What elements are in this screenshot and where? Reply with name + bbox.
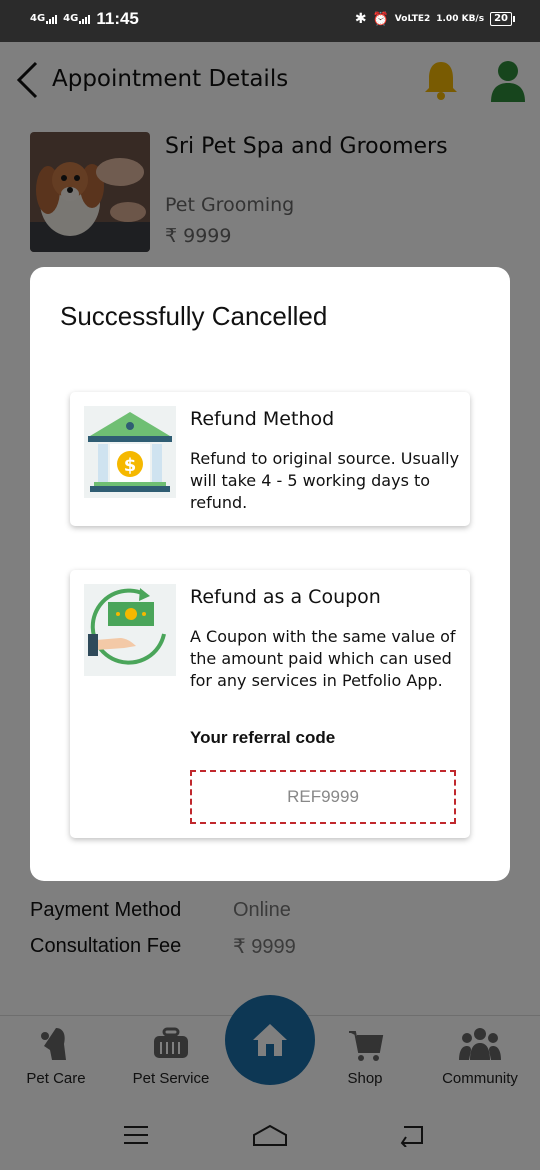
refund-method-card[interactable]: $ Refund Method Refund to original sourc…	[70, 392, 470, 526]
speed-label: 1.00 KB/s	[436, 14, 485, 24]
signal-1: 4G	[30, 13, 58, 24]
bank-icon: $	[84, 406, 176, 498]
status-bar: 4G 4G 11:45 ✱ ⏰ VoLTE2 1.00 KB/s 20	[0, 0, 540, 42]
referral-code-box[interactable]: REF9999	[190, 770, 456, 824]
refund-coupon-title: Refund as a Coupon	[190, 586, 381, 608]
volte-label: VoLTE2	[394, 14, 431, 24]
modal-title: Successfully Cancelled	[60, 301, 328, 331]
alarm-icon: ⏰	[372, 11, 389, 27]
signal-2: 4G	[63, 13, 91, 24]
network-type-1: 4G	[30, 13, 46, 24]
battery-icon: 20	[490, 12, 515, 26]
money-refund-icon	[84, 584, 176, 676]
svg-text:$: $	[124, 455, 137, 476]
referral-code-label: Your referral code	[190, 728, 336, 747]
cancel-success-modal: Successfully Cancelled $ Refund Method R…	[30, 267, 510, 881]
refund-coupon-card[interactable]: Refund as a Coupon A Coupon with the sam…	[70, 570, 470, 838]
bluetooth-icon: ✱	[354, 11, 367, 27]
refund-coupon-desc: A Coupon with the same value of the amou…	[190, 627, 456, 690]
refund-method-desc: Refund to original source. Usually will …	[190, 449, 460, 512]
signal-group: 4G 4G 11:45	[30, 9, 139, 29]
refund-method-title: Refund Method	[190, 408, 335, 430]
clock: 11:45	[96, 9, 139, 28]
network-type-2: 4G	[63, 13, 79, 24]
status-icons: ✱ ⏰ VoLTE2 1.00 KB/s 20	[354, 11, 515, 27]
